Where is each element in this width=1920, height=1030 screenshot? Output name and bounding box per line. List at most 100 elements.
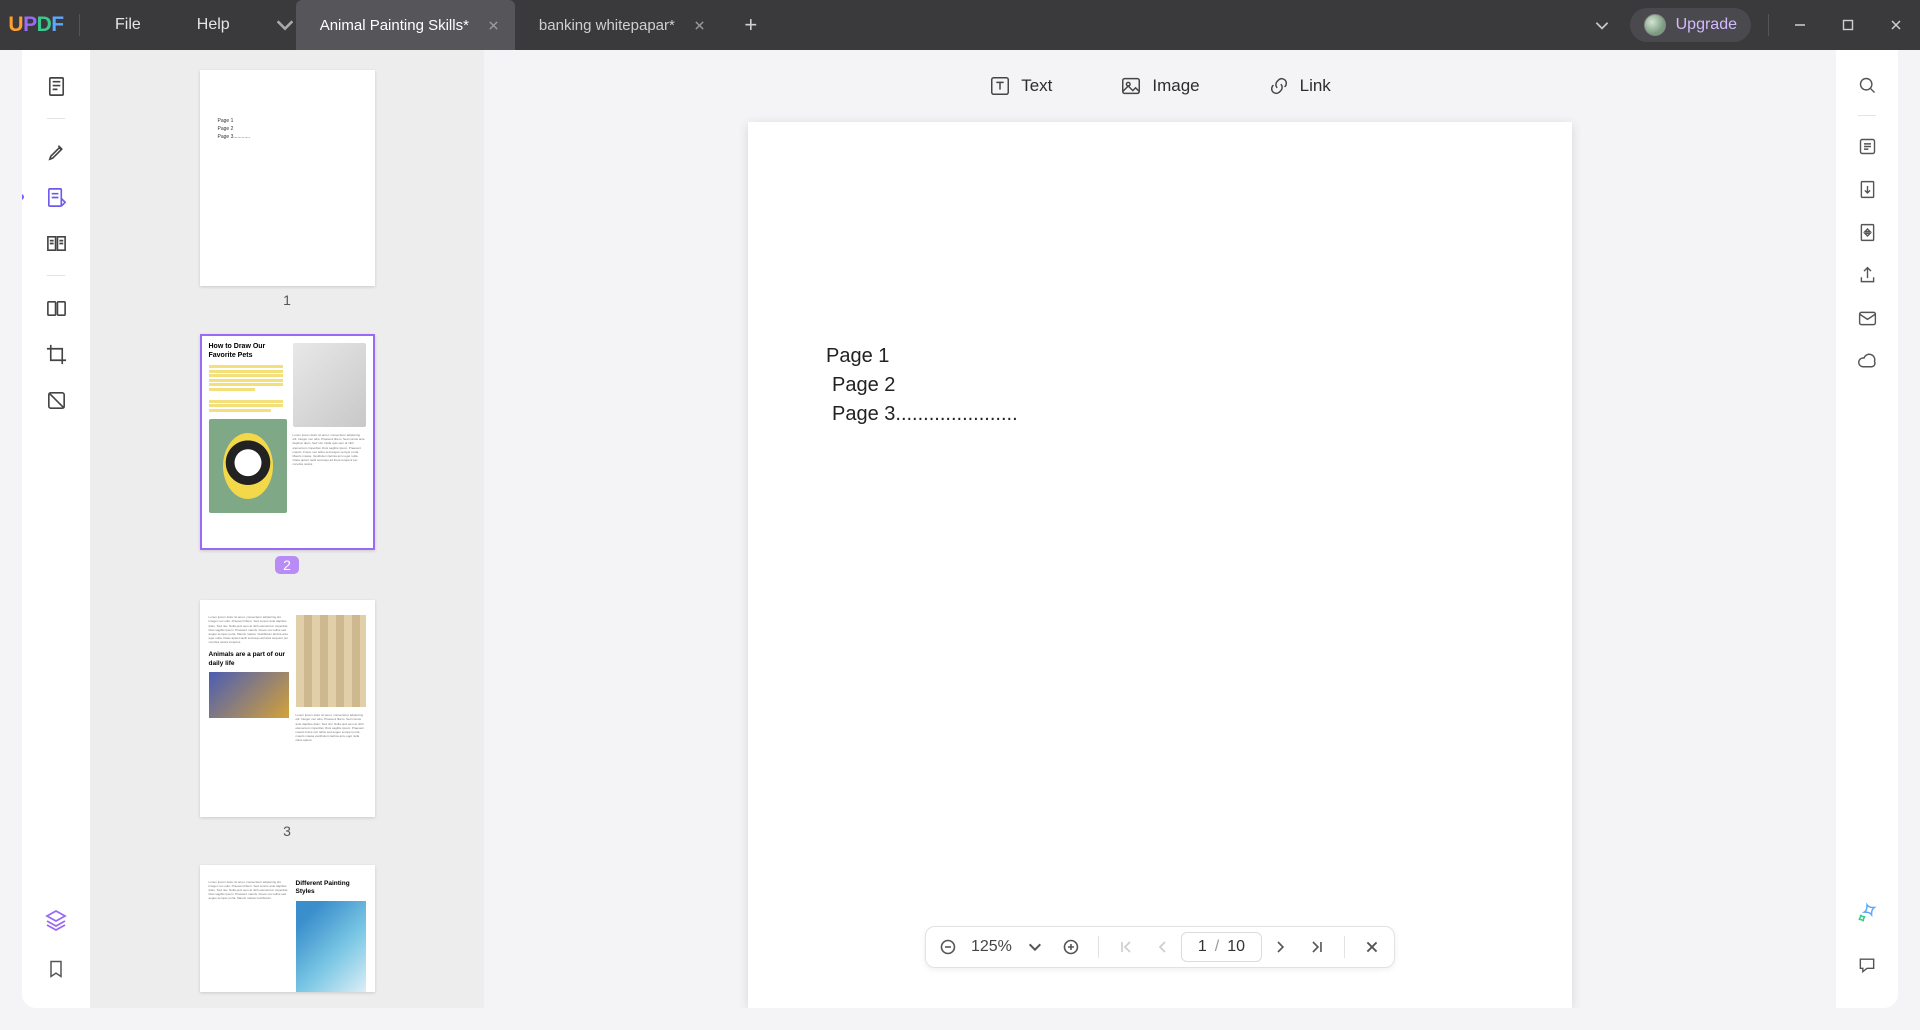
thumbnail-page-2[interactable]: How to Draw Our Favorite Pets Lorem ipsu…	[200, 334, 375, 550]
image-icon	[1120, 75, 1142, 97]
thumbnail-page-4[interactable]: Lorem ipsum dolor sit amet, consectetur …	[200, 865, 375, 992]
tab-banking-whitepaper[interactable]: banking whitepapar*	[515, 0, 721, 50]
menu-help[interactable]: Help	[169, 0, 258, 50]
thumb-image	[293, 343, 366, 427]
page-text-line: Page 3......................	[826, 400, 1494, 429]
upgrade-button[interactable]: Upgrade	[1630, 8, 1751, 42]
highlighter-tool[interactable]	[38, 133, 74, 169]
titlebar-right: Upgrade	[1584, 0, 1920, 50]
toolbar-label: Text	[1021, 76, 1052, 96]
cloud-save-icon[interactable]	[1850, 344, 1884, 378]
menu-file[interactable]: File	[87, 0, 169, 50]
separator	[1098, 936, 1099, 958]
close-icon[interactable]	[693, 18, 707, 32]
insert-text-button[interactable]: Text	[989, 75, 1052, 97]
feedback-icon[interactable]	[1857, 955, 1877, 980]
divider	[1768, 14, 1769, 36]
zoom-in-button[interactable]	[1054, 930, 1088, 964]
logo-letter: D	[37, 13, 52, 37]
minimize-button[interactable]	[1776, 0, 1824, 50]
prev-page-button[interactable]	[1145, 930, 1179, 964]
highlight-bar	[209, 365, 283, 368]
search-icon[interactable]	[1850, 68, 1884, 102]
avatar	[1644, 14, 1666, 36]
document-page[interactable]: Page 1 Page 2 Page 3....................…	[748, 122, 1572, 1008]
thumbnail-page-3[interactable]: Lorem ipsum dolor sit amet, consectetur …	[200, 600, 375, 817]
text-icon	[989, 75, 1011, 97]
layers-icon[interactable]	[44, 908, 68, 937]
link-icon	[1268, 75, 1290, 97]
new-tab-button[interactable]: +	[731, 0, 771, 50]
ai-assistant-icon[interactable]	[1856, 902, 1878, 929]
thumb-text: Page 1	[218, 118, 375, 126]
right-tool-dock	[1836, 50, 1898, 1008]
thumbnail-panel[interactable]: Page 1 Page 2 Page 3............ 1 How t…	[90, 50, 484, 1008]
separator	[1858, 115, 1876, 116]
maximize-button[interactable]	[1824, 0, 1872, 50]
email-icon[interactable]	[1850, 301, 1884, 335]
insert-image-button[interactable]: Image	[1120, 75, 1199, 97]
canvas-area: Text Image Link Page 1 Page 2 Page 3....…	[484, 50, 1836, 1008]
logo-letter: F	[51, 13, 63, 37]
zoom-dropdown[interactable]	[1018, 930, 1052, 964]
thumb-subtitle: Animals are a part of our daily life	[209, 651, 289, 667]
insert-link-button[interactable]: Link	[1268, 75, 1331, 97]
page-text-line: Page 2	[826, 371, 1494, 400]
thumb-title: How to Draw Our Favorite Pets	[209, 343, 287, 361]
chevron-down-icon[interactable]	[1584, 7, 1620, 43]
thumbnail-number: 2	[275, 556, 299, 574]
thumb-image	[209, 672, 289, 718]
thumb-paragraph: Lorem ipsum dolor sit amet, consectetur …	[209, 615, 289, 644]
convert-icon[interactable]	[1850, 172, 1884, 206]
right-dock-bottom	[1856, 902, 1878, 980]
page-separator: /	[1215, 938, 1219, 956]
tab-animal-painting[interactable]: Animal Painting Skills*	[296, 0, 515, 50]
compare-tool[interactable]	[38, 290, 74, 326]
edit-toolbar: Text Image Link	[484, 50, 1836, 122]
thumb-paragraph: Lorem ipsum dolor sit amet, consectetur …	[296, 713, 366, 742]
close-icon[interactable]	[487, 18, 501, 32]
thumb-paragraph: Lorem ipsum dolor sit amet, consectetur …	[293, 433, 366, 467]
next-page-button[interactable]	[1264, 930, 1298, 964]
page-navigation-bar: 125% 1 / 10	[925, 926, 1395, 968]
zoom-out-button[interactable]	[931, 930, 965, 964]
tab-strip: Animal Painting Skills* banking whitepap…	[274, 0, 771, 50]
share-icon[interactable]	[1850, 258, 1884, 292]
reader-mode-tool[interactable]	[38, 225, 74, 261]
page-view-tool[interactable]	[38, 68, 74, 104]
zoom-value: 125%	[967, 938, 1016, 956]
separator	[1344, 936, 1345, 958]
tab-label: banking whitepapar*	[539, 17, 675, 34]
tab-label: Animal Painting Skills*	[320, 17, 469, 34]
separator	[47, 275, 65, 276]
crop-tool[interactable]	[38, 336, 74, 372]
total-pages: 10	[1227, 938, 1245, 956]
edit-tool[interactable]	[38, 179, 74, 215]
page-text-line: Page 1	[826, 342, 1494, 371]
thumbnail-number: 1	[283, 292, 291, 308]
close-window-button[interactable]	[1872, 0, 1920, 50]
thumb-paragraph: Lorem ipsum dolor sit amet, consectetur …	[209, 880, 289, 901]
thumb-text: Page 2	[218, 126, 375, 134]
merge-icon[interactable]	[1850, 215, 1884, 249]
page-indicator[interactable]: 1 / 10	[1181, 932, 1262, 962]
logo-letter: P	[23, 13, 37, 37]
redact-tool[interactable]	[38, 382, 74, 418]
thumb-image	[296, 901, 366, 992]
workspace: Page 1 Page 2 Page 3............ 1 How t…	[22, 50, 1898, 1008]
current-page: 1	[1198, 938, 1207, 956]
close-pagebar-button[interactable]	[1355, 930, 1389, 964]
tab-dropdown[interactable]	[274, 0, 296, 50]
thumbnail-page-1[interactable]: Page 1 Page 2 Page 3............	[200, 70, 375, 286]
thumb-image	[296, 615, 366, 707]
separator	[47, 118, 65, 119]
upgrade-label: Upgrade	[1676, 16, 1737, 34]
bookmark-icon[interactable]	[46, 959, 66, 984]
last-page-button[interactable]	[1300, 930, 1334, 964]
ocr-icon[interactable]	[1850, 129, 1884, 163]
thumb-image	[209, 419, 287, 513]
thumb-text: Page 3............	[218, 134, 375, 142]
left-dock-bottom	[44, 908, 68, 984]
first-page-button[interactable]	[1109, 930, 1143, 964]
app-logo: UPDF	[0, 13, 72, 37]
